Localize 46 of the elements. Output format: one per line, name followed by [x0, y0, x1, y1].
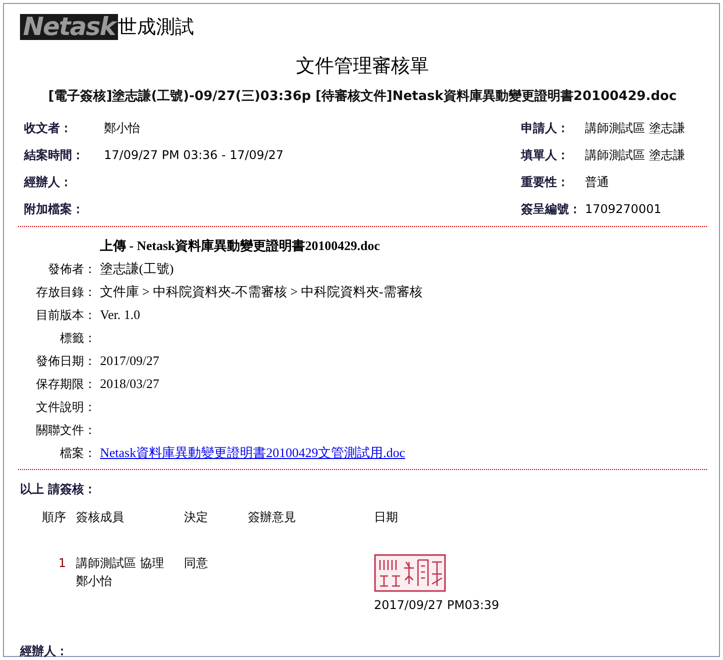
- column-header: 決定: [184, 508, 209, 526]
- logo: Netask: [20, 14, 118, 40]
- field-label: 標籤：: [59, 330, 96, 347]
- field-value: 講師測試區 塗志謙: [585, 120, 685, 136]
- field-label: 申請人：: [521, 120, 570, 136]
- field-value: 鄭小怡: [104, 120, 140, 136]
- field-label: 關聯文件：: [35, 422, 96, 439]
- field-value: 講師測試區 塗志謙: [585, 146, 685, 164]
- decision: 同意: [184, 556, 208, 570]
- field-label: 發佈日期：: [35, 353, 96, 370]
- field-label: 發佈者：: [47, 261, 96, 278]
- field-value: 文件庫 > 中科院資料夾-不需審核 > 中科院資料夾-需審核: [100, 283, 422, 302]
- field-label: 經辦人：: [20, 642, 69, 660]
- field-label: 附加檔案：: [24, 200, 85, 218]
- field-label: 保存期限：: [35, 376, 96, 393]
- field-value: 塗志謙(工號): [100, 260, 174, 278]
- field-label: 存放目錄：: [35, 284, 96, 301]
- field-value: 17/09/27 PM 03:36 - 17/09/27: [104, 146, 284, 164]
- order-number: 1: [57, 554, 67, 572]
- signoff-heading: 以上 請簽核：: [20, 480, 98, 498]
- member-text: 鄭小怡: [76, 572, 112, 590]
- field-label: 簽呈編號：: [521, 200, 582, 218]
- member-text: 講師測試區 協理: [76, 554, 164, 572]
- sign-date: 2017/09/27 PM03:39: [374, 596, 500, 614]
- company-name: 世成測試: [118, 15, 194, 40]
- subject-line: [電子簽核]塗志謙(工號)-09/27(三)03:36p [待審核文件]Netask資料庫異動變更證明書20100429.doc: [47, 88, 678, 106]
- file-link[interactable]: Netask資料庫異動變更證明書20100429文管測試用.doc: [100, 443, 406, 463]
- column-header: 簽辦意見: [248, 508, 297, 526]
- field-label: 檔案：: [59, 445, 96, 462]
- field-value: 1709270001: [585, 200, 662, 218]
- field-label: 經辦人：: [24, 174, 73, 190]
- field-label: 收文者：: [24, 120, 73, 136]
- field-value: 2017/09/27: [100, 352, 160, 370]
- field-label: 重要性：: [521, 174, 570, 190]
- form-title: 文件管理審核單: [295, 54, 430, 79]
- field-value: Ver. 1.0: [100, 306, 140, 324]
- field-label: 填單人：: [521, 146, 570, 164]
- document-heading: 上傳 - Netask資料庫異動變更證明書20100429.doc: [100, 237, 381, 255]
- field-value: 普通: [585, 174, 609, 190]
- field-label: 目前版本：: [35, 307, 96, 324]
- field-label: 文件說明：: [35, 399, 96, 416]
- column-header: 日期: [374, 508, 398, 526]
- field-value: 2018/03/27: [100, 375, 160, 394]
- column-header: 順序: [41, 508, 67, 526]
- column-header: 簽核成員: [76, 508, 125, 526]
- field-label: 結案時間：: [24, 146, 85, 164]
